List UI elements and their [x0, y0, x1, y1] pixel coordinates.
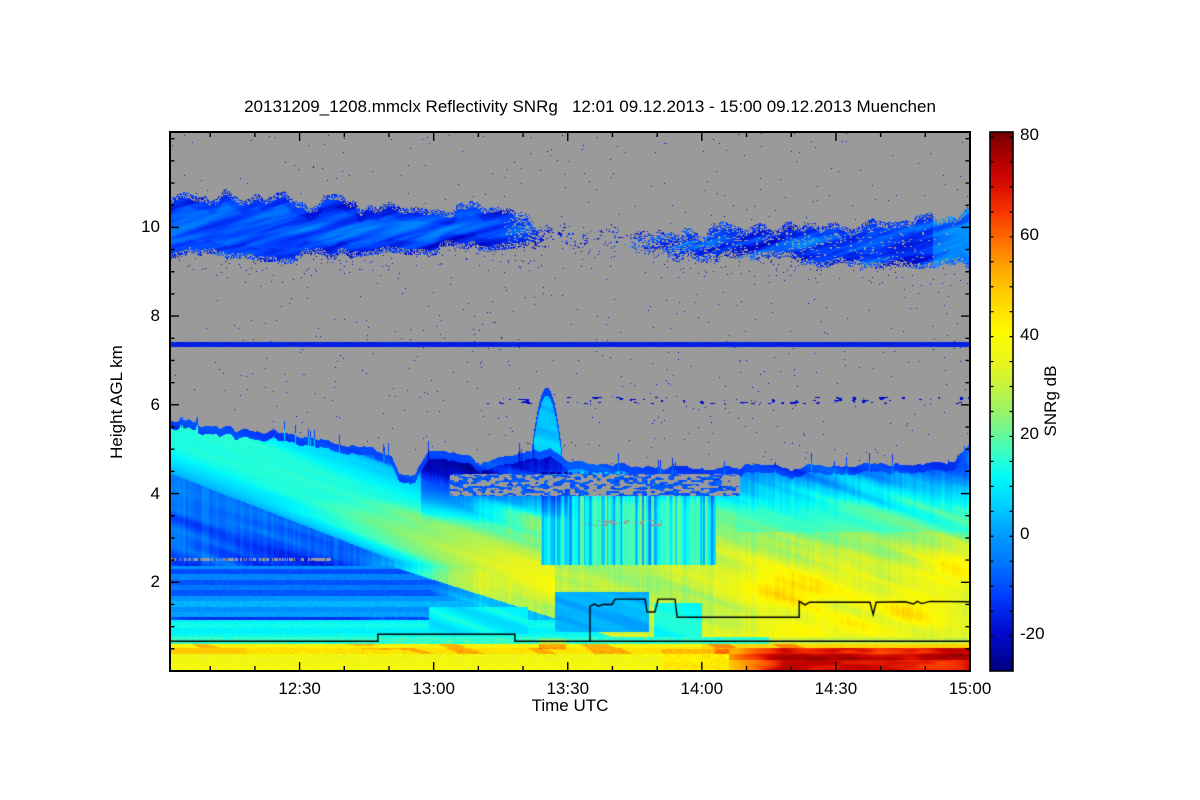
colorbar-tick-label: -20 [1020, 624, 1045, 644]
x-tick-label: 15:00 [948, 679, 992, 698]
radar-reflectivity-figure: 20131209_1208.mmclx Reflectivity SNRg 12… [0, 0, 1200, 800]
x-tick-label: 13:00 [412, 679, 455, 698]
plot-title: 20131209_1208.mmclx Reflectivity SNRg 12… [244, 97, 936, 116]
y-tick-label: 4 [150, 483, 160, 503]
y-tick-label: 10 [141, 217, 160, 237]
colorbar-title: SNRg dB [1041, 365, 1060, 437]
colorbar-tick-label: 20 [1020, 424, 1039, 444]
x-tick-label: 14:00 [680, 679, 724, 698]
colorbar-tick-label: 60 [1020, 224, 1039, 244]
heatmap-canvas [170, 132, 970, 671]
y-tick-label: 8 [150, 306, 160, 326]
x-axis-title: Time UTC [531, 696, 609, 715]
colorbar-tick-label: 0 [1020, 524, 1030, 544]
colorbar-tick-label: 80 [1020, 125, 1039, 144]
x-tick-label: 12:30 [278, 679, 321, 698]
y-axis-title: Height AGL km [107, 345, 126, 459]
x-tick-label: 14:30 [814, 679, 858, 698]
y-tick-label: 6 [150, 394, 160, 414]
colorbar-tick-label: 40 [1020, 324, 1039, 344]
colorbar-gradient [990, 132, 1013, 671]
y-tick-label: 2 [150, 572, 160, 592]
